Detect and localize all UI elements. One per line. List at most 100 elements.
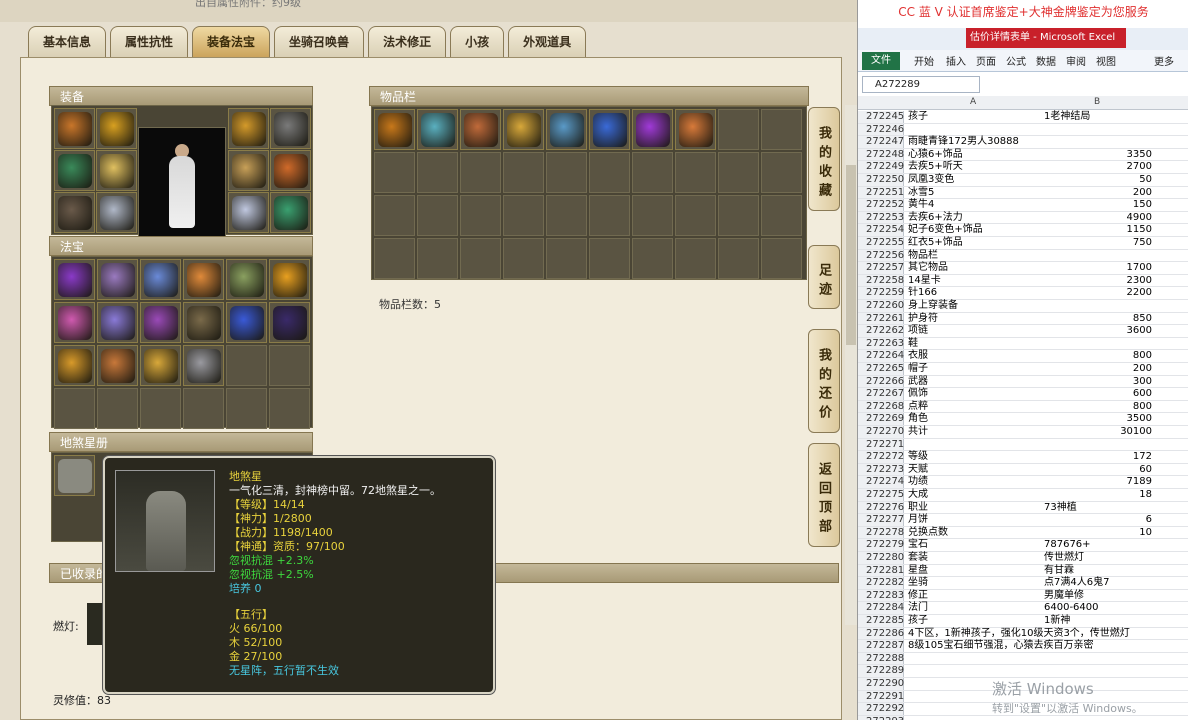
inventory-slot[interactable] bbox=[632, 238, 673, 279]
equipment-slot[interactable] bbox=[228, 150, 269, 191]
cell-a[interactable]: 大成 bbox=[908, 489, 1046, 502]
fabao-slot[interactable] bbox=[140, 302, 181, 343]
equipment-slot[interactable] bbox=[270, 192, 311, 233]
cell-a[interactable]: 天赋 bbox=[908, 464, 1046, 477]
row-number[interactable]: 272288 bbox=[858, 652, 904, 665]
cell-a[interactable]: 坐骑 bbox=[908, 577, 1046, 590]
row-number[interactable]: 272283 bbox=[858, 589, 904, 602]
cell-a[interactable]: 星盘 bbox=[908, 565, 1046, 578]
fabao-slot[interactable] bbox=[54, 259, 95, 300]
fabao-slot[interactable] bbox=[226, 345, 267, 386]
fabao-slot[interactable] bbox=[97, 345, 138, 386]
cell-a[interactable]: 孩子 bbox=[908, 615, 1046, 628]
fabao-slot[interactable] bbox=[183, 388, 224, 429]
fabao-slot[interactable] bbox=[183, 302, 224, 343]
row-number[interactable]: 272264 bbox=[858, 350, 904, 362]
row-number[interactable]: 272286 bbox=[858, 627, 904, 640]
inventory-slot[interactable] bbox=[503, 195, 544, 236]
inventory-slot[interactable] bbox=[546, 152, 587, 193]
cell-a[interactable]: 职业 bbox=[908, 502, 1046, 515]
inventory-slot[interactable] bbox=[546, 195, 587, 236]
back-to-top-button[interactable]: 返回顶部 bbox=[808, 443, 840, 547]
cell-b[interactable]: 30100 bbox=[1044, 426, 1152, 439]
cell-a[interactable]: 物品栏 bbox=[908, 250, 1046, 263]
fabao-slot[interactable] bbox=[140, 345, 181, 386]
cell-b[interactable]: 3600 bbox=[1044, 325, 1152, 338]
fabao-slot[interactable] bbox=[140, 388, 181, 429]
cell-a[interactable]: 宝石 bbox=[908, 539, 1046, 552]
cell-a[interactable]: 鞋 bbox=[908, 338, 1046, 351]
tab-spell-correction[interactable]: 法术修正 bbox=[368, 26, 447, 58]
cell-a[interactable]: 红衣5+饰品 bbox=[908, 237, 1046, 250]
inventory-slot[interactable] bbox=[589, 152, 630, 193]
cell-b[interactable]: 73神植 bbox=[1044, 502, 1154, 515]
inventory-slot[interactable] bbox=[589, 109, 630, 150]
cell-a[interactable]: 帽子 bbox=[908, 363, 1046, 376]
row-number[interactable]: 272245 bbox=[858, 111, 904, 123]
row-number[interactable]: 272292 bbox=[858, 703, 904, 715]
row-number[interactable]: 272270 bbox=[858, 426, 904, 438]
cell-b[interactable]: 2700 bbox=[1044, 161, 1152, 174]
cell-a[interactable]: 护身符 bbox=[908, 313, 1046, 326]
row-number[interactable]: 272278 bbox=[858, 526, 904, 539]
cell-a[interactable]: 其它物品 bbox=[908, 262, 1046, 275]
row-number[interactable]: 272273 bbox=[858, 463, 904, 476]
cell-b[interactable]: 点7满4人6鬼7 bbox=[1044, 577, 1154, 590]
cell-a[interactable]: 武器 bbox=[908, 376, 1046, 389]
equipment-slot[interactable] bbox=[270, 108, 311, 149]
row-number[interactable]: 272271 bbox=[858, 438, 904, 451]
my-favorites-button[interactable]: 我的收藏 bbox=[808, 107, 840, 211]
cell-b[interactable]: 172 bbox=[1044, 451, 1152, 464]
tab-attributes[interactable]: 属性抗性 bbox=[110, 26, 189, 58]
cell-a[interactable]: 佩饰 bbox=[908, 388, 1046, 401]
ribbon-tab-review[interactable]: 审阅 bbox=[1066, 53, 1086, 68]
inventory-slot[interactable] bbox=[460, 238, 501, 279]
cell-b[interactable]: 有甘霖 bbox=[1044, 565, 1154, 578]
name-box[interactable]: A272289 bbox=[862, 76, 980, 93]
row-number[interactable]: 272247 bbox=[858, 136, 904, 148]
cell-b[interactable]: 750 bbox=[1044, 237, 1152, 250]
row-number[interactable]: 272291 bbox=[858, 690, 904, 703]
row-number[interactable]: 272267 bbox=[858, 388, 904, 400]
col-header-b[interactable]: B bbox=[1094, 97, 1100, 107]
cell-a[interactable]: 功绩 bbox=[908, 476, 1046, 489]
inventory-slot[interactable] bbox=[546, 238, 587, 279]
equipment-slot[interactable] bbox=[228, 192, 269, 233]
cell-b[interactable]: 200 bbox=[1044, 187, 1152, 200]
inventory-slot[interactable] bbox=[460, 109, 501, 150]
inventory-slot[interactable] bbox=[589, 238, 630, 279]
tab-children[interactable]: 小孩 bbox=[450, 26, 505, 58]
cell-b[interactable]: 787676+ bbox=[1044, 539, 1154, 552]
row-number[interactable]: 272246 bbox=[858, 123, 904, 136]
cell-b[interactable]: 3500 bbox=[1044, 413, 1152, 426]
cell-a[interactable]: 法门 bbox=[908, 602, 1046, 615]
cell-a[interactable]: 衣服 bbox=[908, 350, 1046, 363]
row-number[interactable]: 272249 bbox=[858, 161, 904, 173]
scrollbar-thumb[interactable] bbox=[846, 165, 856, 345]
inventory-slot[interactable] bbox=[374, 109, 415, 150]
row-number[interactable]: 272261 bbox=[858, 312, 904, 325]
row-number[interactable]: 272284 bbox=[858, 602, 904, 614]
row-number[interactable]: 272277 bbox=[858, 514, 904, 526]
cell-b[interactable]: 3350 bbox=[1044, 149, 1152, 162]
row-number[interactable]: 272274 bbox=[858, 476, 904, 488]
row-number[interactable]: 272268 bbox=[858, 400, 904, 413]
cell-b[interactable]: 1新神 bbox=[1044, 615, 1154, 628]
inventory-slot[interactable] bbox=[503, 152, 544, 193]
inventory-slot[interactable] bbox=[417, 109, 458, 150]
cell-b[interactable]: 4900 bbox=[1044, 212, 1152, 225]
cell-b[interactable]: 男魔单修 bbox=[1044, 590, 1154, 603]
row-number[interactable]: 272289 bbox=[858, 665, 904, 677]
cell-a[interactable]: 套装 bbox=[908, 552, 1046, 565]
fabao-slot[interactable] bbox=[54, 388, 95, 429]
inventory-slot[interactable] bbox=[460, 195, 501, 236]
row-number[interactable]: 272285 bbox=[858, 615, 904, 627]
fabao-slot[interactable] bbox=[183, 259, 224, 300]
row-number[interactable]: 272263 bbox=[858, 337, 904, 350]
inventory-slot[interactable] bbox=[374, 195, 415, 236]
equipment-slot[interactable] bbox=[228, 108, 269, 149]
cell-a[interactable]: 去疾5+听天 bbox=[908, 161, 1046, 174]
row-number[interactable]: 272257 bbox=[858, 262, 904, 274]
row-number[interactable]: 272269 bbox=[858, 413, 904, 425]
ribbon-tab-insert[interactable]: 插入 bbox=[946, 53, 966, 68]
